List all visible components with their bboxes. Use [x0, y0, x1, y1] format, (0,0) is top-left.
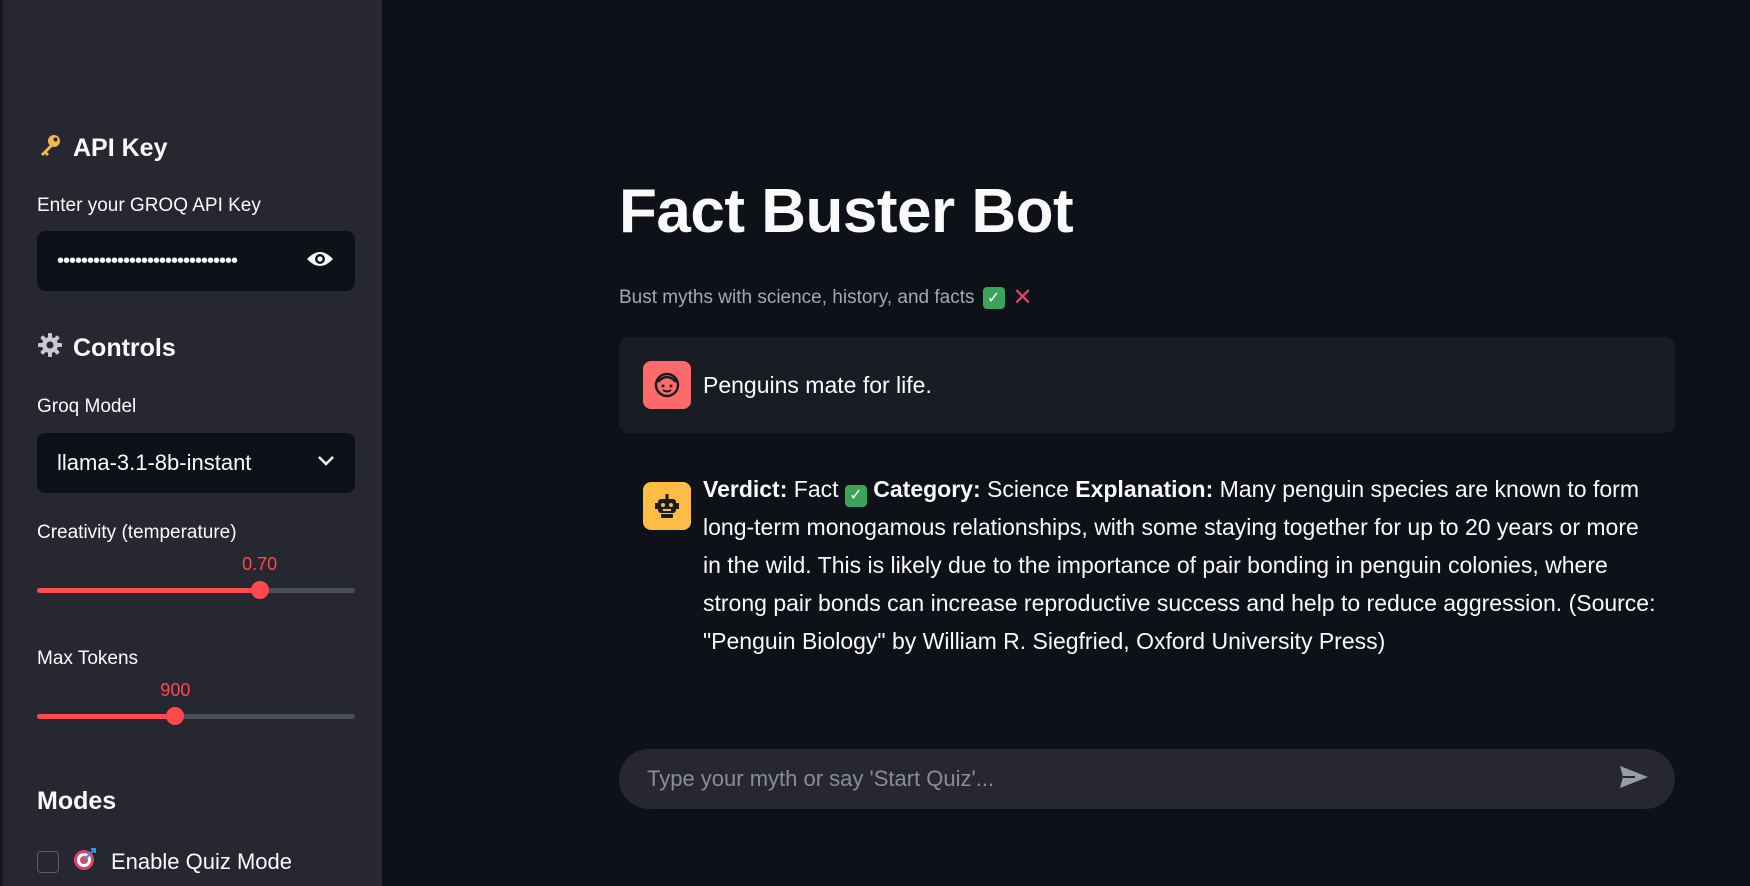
target-icon — [73, 847, 97, 877]
model-select[interactable]: llama-3.1-8b-instant — [37, 433, 355, 493]
page-subtitle: Bust myths with science, history, and fa… — [619, 284, 1033, 311]
check-icon: ✓ — [844, 485, 867, 507]
cross-icon: ✕ — [1012, 284, 1033, 311]
category-value: Science — [987, 476, 1069, 502]
bot-message-text: Verdict: Fact ✓ Category: Science Explan… — [703, 470, 1663, 660]
modes-heading: Modes — [37, 787, 117, 815]
sidebar: API Key Enter your GROQ API Key ••••••••… — [0, 0, 382, 886]
verdict-label: Verdict: — [703, 476, 788, 502]
api-key-value[interactable]: •••••••••••••••••••••••••••••• — [57, 250, 305, 273]
temperature-value: 0.70 — [242, 554, 278, 574]
chat-input[interactable] — [645, 765, 1619, 793]
chevron-down-icon[interactable] — [317, 454, 335, 472]
key-icon — [37, 132, 63, 165]
send-icon[interactable] — [1619, 764, 1649, 795]
user-avatar-icon — [643, 361, 691, 409]
temperature-label: Creativity (temperature) — [37, 522, 237, 543]
slider-fill — [37, 588, 260, 593]
tokens-label: Max Tokens — [37, 648, 139, 669]
temperature-slider[interactable]: 0.70 — [37, 554, 355, 600]
quiz-mode-label: Enable Quiz Mode — [111, 849, 292, 874]
eye-icon[interactable] — [305, 249, 335, 274]
tokens-value: 900 — [160, 680, 191, 700]
bot-avatar-icon — [643, 482, 691, 530]
model-select-value[interactable]: llama-3.1-8b-instant — [57, 450, 317, 476]
slider-thumb[interactable] — [250, 581, 269, 599]
quiz-mode-checkbox[interactable] — [37, 851, 59, 873]
tokens-slider[interactable]: 900 — [37, 680, 355, 726]
main-content: Fact Buster Bot Bust myths with science,… — [382, 0, 1750, 886]
user-message-text: Penguins mate for life. — [703, 372, 932, 398]
bot-message: Verdict: Fact ✓ Category: Science Explan… — [619, 470, 1675, 660]
check-icon: ✓ — [982, 286, 1005, 309]
chat-input-bar[interactable] — [619, 749, 1675, 809]
page-title: Fact Buster Bot — [619, 177, 1074, 246]
model-label: Groq Model — [37, 396, 137, 417]
verdict-value: Fact — [793, 476, 839, 502]
explanation-label: Explanation: — [1075, 476, 1214, 502]
api-key-label: Enter your GROQ API Key — [37, 195, 261, 216]
category-label: Category: — [873, 476, 981, 502]
api-key-input[interactable]: •••••••••••••••••••••••••••••• — [37, 231, 355, 291]
slider-thumb[interactable] — [166, 707, 185, 725]
api-key-heading: API Key — [37, 132, 167, 165]
controls-heading: Controls — [37, 332, 176, 365]
user-message: Penguins mate for life. — [619, 337, 1675, 433]
quiz-mode-toggle[interactable]: Enable Quiz Mode — [37, 847, 292, 877]
gear-icon — [37, 332, 63, 365]
slider-fill — [37, 714, 176, 719]
